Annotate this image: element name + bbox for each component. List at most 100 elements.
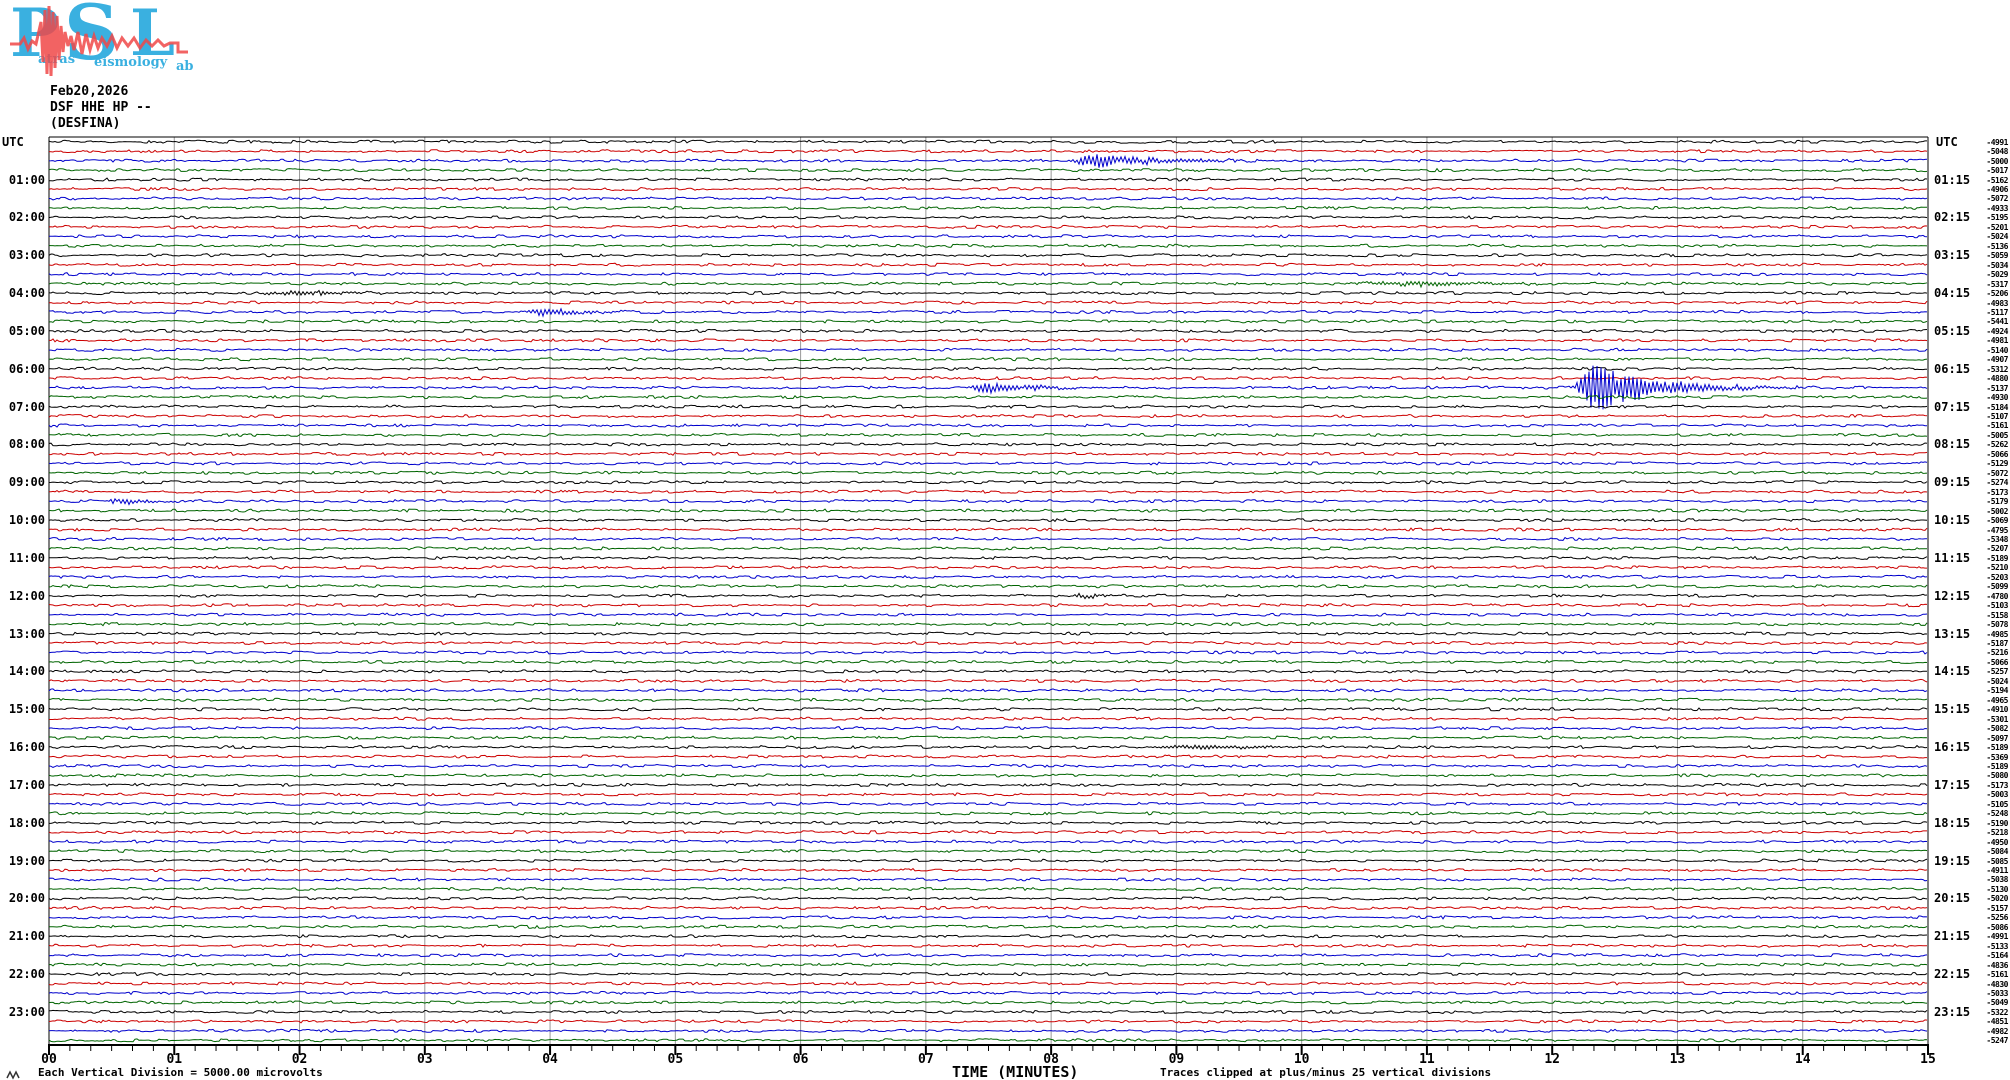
seismic-trace-73 xyxy=(48,830,1927,835)
right-hour-label-06:15: 06:15 xyxy=(1934,362,1971,376)
left-hour-label-20:00: 20:00 xyxy=(8,891,45,905)
seismic-trace-32 xyxy=(48,442,1928,447)
trace-offset-value-73: -5218 xyxy=(1986,828,2008,837)
seismic-trace-85 xyxy=(48,943,1928,948)
seismic-trace-8 xyxy=(48,215,1928,220)
seismic-trace-75 xyxy=(48,849,1928,854)
trace-offset-value-82: -5256 xyxy=(1986,913,2008,922)
seismic-trace-62 xyxy=(48,726,1928,731)
seismic-trace-36 xyxy=(48,480,1928,485)
seismic-trace-81 xyxy=(48,905,1928,911)
trace-offset-value-33: -5066 xyxy=(1986,450,2008,459)
seismic-trace-57 xyxy=(48,678,1928,683)
trace-offset-value-20: -4924 xyxy=(1986,327,2008,336)
seismic-trace-46 xyxy=(48,574,1928,580)
right-hour-label-13:15: 13:15 xyxy=(1934,627,1971,641)
seismic-trace-71 xyxy=(48,811,1928,816)
trace-offset-value-46: -5203 xyxy=(1986,573,2008,582)
right-hour-label-11:15: 11:15 xyxy=(1934,551,1971,565)
trace-offset-value-76: -5085 xyxy=(1986,857,2008,866)
seismic-trace-70 xyxy=(49,801,1928,806)
trace-offset-value-12: -5059 xyxy=(1986,251,2008,260)
seismic-trace-20 xyxy=(48,328,1928,334)
seismic-trace-40 xyxy=(48,517,1928,523)
trace-offset-value-41: -4795 xyxy=(1986,526,2008,535)
x-tick-label-09: 09 xyxy=(1168,1052,1185,1067)
trace-offset-value-47: -5099 xyxy=(1986,582,2008,591)
trace-offset-value-56: -5257 xyxy=(1986,667,2008,676)
seismic-trace-37 xyxy=(49,489,1928,494)
left-hour-label-23:00: 23:00 xyxy=(8,1005,45,1019)
trace-offset-value-35: -5072 xyxy=(1986,469,2008,478)
seismic-trace-41 xyxy=(48,527,1928,532)
x-tick-label-06: 06 xyxy=(792,1052,809,1067)
trace-offset-value-44: -5189 xyxy=(1986,554,2008,563)
seismic-trace-19 xyxy=(48,319,1928,324)
x-tick-label-10: 10 xyxy=(1293,1052,1310,1067)
left-hour-label-11:00: 11:00 xyxy=(8,551,45,565)
seismic-trace-27 xyxy=(48,394,1928,400)
trace-offset-value-54: -5216 xyxy=(1986,648,2008,657)
seismic-trace-61 xyxy=(49,716,1928,721)
x-tick-label-03: 03 xyxy=(416,1052,433,1067)
x-tick-label-00: 00 xyxy=(41,1052,57,1067)
seismic-trace-66 xyxy=(48,763,1928,769)
right-hour-label-01:15: 01:15 xyxy=(1934,173,1971,187)
seismic-trace-23 xyxy=(48,357,1928,362)
trace-offset-value-48: -4780 xyxy=(1986,592,2008,601)
left-hour-label-10:00: 10:00 xyxy=(8,513,45,527)
seismic-trace-15 xyxy=(48,280,1928,289)
seismic-trace-25 xyxy=(48,375,1928,381)
seismic-trace-48 xyxy=(48,592,1928,600)
left-hour-label-18:00: 18:00 xyxy=(8,816,45,830)
trace-offset-value-38: -5179 xyxy=(1986,497,2008,506)
trace-offset-value-9: -5201 xyxy=(1986,223,2008,232)
trace-offset-value-28: -5184 xyxy=(1986,403,2008,412)
seismic-trace-67 xyxy=(48,773,1928,778)
vertical-division-note: Each Vertical Division = 5000.00 microvo… xyxy=(38,1066,323,1079)
trace-offset-value-39: -5002 xyxy=(1986,507,2008,516)
trace-offset-value-64: -5189 xyxy=(1986,743,2008,752)
trace-offset-value-15: -5317 xyxy=(1986,280,2008,289)
left-hour-label-19:00: 19:00 xyxy=(8,854,45,868)
trace-offset-value-23: -4907 xyxy=(1986,355,2008,364)
right-hour-label-12:15: 12:15 xyxy=(1934,589,1971,603)
left-hour-label-02:00: 02:00 xyxy=(8,210,45,224)
seismic-trace-63 xyxy=(48,735,1928,740)
trace-offset-value-31: -5005 xyxy=(1986,431,2008,440)
trace-offset-value-61: -5301 xyxy=(1986,715,2008,724)
trace-offset-value-62: -5082 xyxy=(1986,724,2008,733)
trace-offset-value-36: -5274 xyxy=(1986,478,2008,487)
right-hour-label-07:15: 07:15 xyxy=(1934,400,1971,414)
trace-offset-value-83: -5086 xyxy=(1986,923,2008,932)
seismic-trace-1 xyxy=(48,149,1928,154)
trace-offset-value-10: -5024 xyxy=(1986,232,2008,241)
trace-offset-value-32: -5262 xyxy=(1986,440,2008,449)
trace-offset-value-2: -5000 xyxy=(1986,157,2008,166)
seismic-trace-17 xyxy=(48,300,1928,305)
trace-offset-value-55: -5066 xyxy=(1986,658,2008,667)
seismic-trace-76 xyxy=(48,858,1928,863)
seismic-trace-91 xyxy=(48,1000,1928,1005)
seismic-trace-29 xyxy=(48,413,1928,419)
seismic-trace-93 xyxy=(48,1019,1928,1024)
trace-offset-value-81: -5157 xyxy=(1986,904,2008,913)
trace-offset-value-69: -5003 xyxy=(1986,790,2008,799)
seismic-trace-58 xyxy=(48,688,1928,693)
seismic-trace-45 xyxy=(48,565,1927,570)
trace-offset-value-71: -5248 xyxy=(1986,809,2008,818)
right-hour-label-23:15: 23:15 xyxy=(1934,1005,1971,1019)
trace-offset-value-80: -5020 xyxy=(1986,894,2008,903)
seismic-trace-90 xyxy=(48,990,1928,996)
right-hour-label-03:15: 03:15 xyxy=(1934,248,1971,262)
trace-offset-value-4: -5162 xyxy=(1986,176,2008,185)
trace-offset-value-27: -4930 xyxy=(1986,393,2008,402)
seismic-trace-82 xyxy=(48,915,1928,920)
seismic-trace-11 xyxy=(48,243,1928,248)
seismic-trace-87 xyxy=(48,962,1928,967)
trace-offset-value-89: -4830 xyxy=(1986,980,2008,989)
seismic-trace-18 xyxy=(48,307,1928,318)
seismogram-plot xyxy=(48,136,1929,1055)
seismic-trace-6 xyxy=(48,196,1928,201)
trace-offset-value-84: -4991 xyxy=(1986,932,2008,941)
